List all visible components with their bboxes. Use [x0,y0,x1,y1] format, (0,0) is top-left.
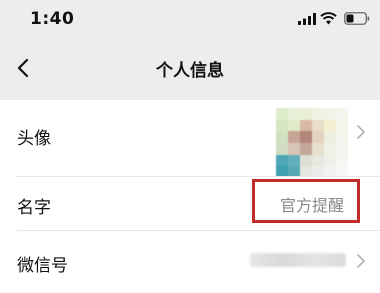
row-label-name: 名字 [17,198,51,218]
page-title: 个人信息 [156,61,224,81]
chevron-right-icon [357,125,365,139]
chevron-right-icon [357,254,365,268]
status-time: 1:40 [30,9,75,29]
avatar [276,108,348,178]
status-bar: 1:40 [0,0,380,36]
highlight-box [252,179,360,223]
wifi-icon [320,12,337,25]
wechat-id-value-redacted [250,253,346,267]
row-label-avatar: 头像 [17,129,51,149]
battery-icon [344,12,370,25]
row-label-wechat-id: 微信号 [17,256,68,276]
nav-bar: 个人信息 [0,36,380,100]
signal-icon [298,13,316,25]
row-avatar[interactable]: 头像 [0,100,380,178]
row-wechat-id[interactable]: 微信号 [0,231,380,293]
